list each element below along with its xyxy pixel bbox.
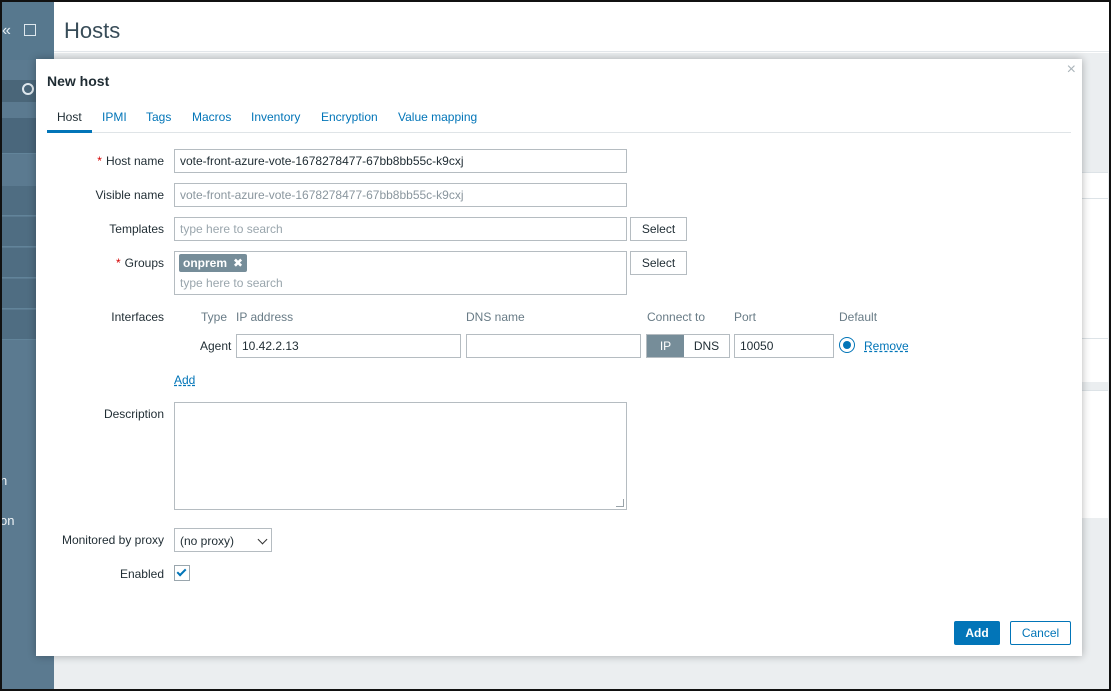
background-panel <box>1080 198 1108 338</box>
required-marker: * <box>115 256 121 270</box>
chevron-down-icon <box>257 534 268 545</box>
page-title: Hosts <box>64 18 121 43</box>
interfaces-label: Interfaces <box>111 310 164 324</box>
groups-select-button[interactable]: Select <box>630 251 687 275</box>
tab-host[interactable]: Host <box>57 110 82 124</box>
cancel-button[interactable]: Cancel <box>1010 621 1071 645</box>
active-tab-indicator <box>47 130 92 133</box>
enabled-checkbox[interactable] <box>174 565 190 581</box>
visible-name-input[interactable]: vote-front-azure-vote-1678278477-67bb8bb… <box>174 183 627 207</box>
tab-encryption[interactable]: Encryption <box>321 110 378 124</box>
sidebar-search[interactable] <box>0 80 40 102</box>
interface-port-input[interactable]: 10050 <box>734 334 834 358</box>
host-name-label: * Host name <box>97 154 164 168</box>
kiosk-mode-icon[interactable] <box>24 24 36 36</box>
interface-type: Agent <box>200 339 232 353</box>
interface-type-header: Type <box>201 310 228 324</box>
tab-bar: Host IPMI Tags Macros Inventory Encrypti… <box>47 106 1071 133</box>
background-panel <box>1080 172 1108 198</box>
interface-port-header: Port <box>734 310 757 324</box>
default-interface-radio[interactable] <box>839 337 855 353</box>
add-interface-link[interactable]: Add <box>174 373 195 387</box>
groups-label: * Groups <box>115 256 164 270</box>
connect-to-toggle: IP DNS <box>646 334 730 358</box>
interface-dns-input[interactable] <box>466 334 641 358</box>
radio-selected-dot <box>843 341 851 349</box>
close-icon[interactable]: × <box>1067 62 1076 78</box>
tab-ipmi[interactable]: IPMI <box>102 110 127 124</box>
host-name-input[interactable]: vote-front-azure-vote-1678278477-67bb8bb… <box>174 149 627 173</box>
required-marker: * <box>97 154 102 168</box>
sidebar-item-label[interactable]: on <box>0 513 14 528</box>
proxy-select[interactable]: (no proxy) <box>174 528 272 552</box>
background-panel <box>1080 390 1108 518</box>
templates-search-input[interactable]: type here to search <box>174 217 627 241</box>
resize-grip-icon[interactable] <box>616 499 624 507</box>
connect-ip-button[interactable]: IP <box>647 335 684 357</box>
background-panel <box>1080 338 1108 382</box>
tab-value-mapping[interactable]: Value mapping <box>398 110 477 124</box>
remove-chip-icon[interactable]: ✖ <box>233 256 243 270</box>
add-button[interactable]: Add <box>954 621 1000 645</box>
templates-select-button[interactable]: Select <box>630 217 687 241</box>
dialog-title: New host <box>47 73 110 89</box>
visible-name-label: Visible name <box>95 188 164 202</box>
groups-search-input[interactable]: type here to search <box>180 276 283 290</box>
templates-label: Templates <box>109 222 164 236</box>
connect-dns-button[interactable]: DNS <box>684 335 729 357</box>
interface-default-header: Default <box>839 310 878 324</box>
sidebar-item-label[interactable]: n <box>0 473 7 488</box>
new-host-dialog: New host × Host IPMI Tags Macros Invento… <box>36 59 1082 656</box>
checkmark-icon <box>176 566 187 577</box>
description-textarea[interactable] <box>174 402 627 510</box>
remove-interface-link[interactable]: Remove <box>864 339 909 353</box>
interface-connect-header: Connect to <box>647 310 706 324</box>
interface-ip-header: IP address <box>236 310 294 324</box>
templates-placeholder: type here to search <box>180 222 283 236</box>
search-icon <box>22 83 34 95</box>
proxy-label: Monitored by proxy <box>61 533 164 547</box>
tab-tags[interactable]: Tags <box>146 110 171 124</box>
interface-dns-header: DNS name <box>466 310 525 324</box>
page-header <box>54 0 1111 52</box>
proxy-select-value: (no proxy) <box>180 534 235 548</box>
tab-inventory[interactable]: Inventory <box>251 110 300 124</box>
collapse-sidebar-icon[interactable]: « <box>2 22 11 40</box>
interface-ip-input[interactable]: 10.42.2.13 <box>236 334 461 358</box>
group-chip: onprem ✖ <box>179 254 248 272</box>
description-label: Description <box>103 407 164 421</box>
enabled-label: Enabled <box>119 567 164 581</box>
tab-macros[interactable]: Macros <box>192 110 231 124</box>
